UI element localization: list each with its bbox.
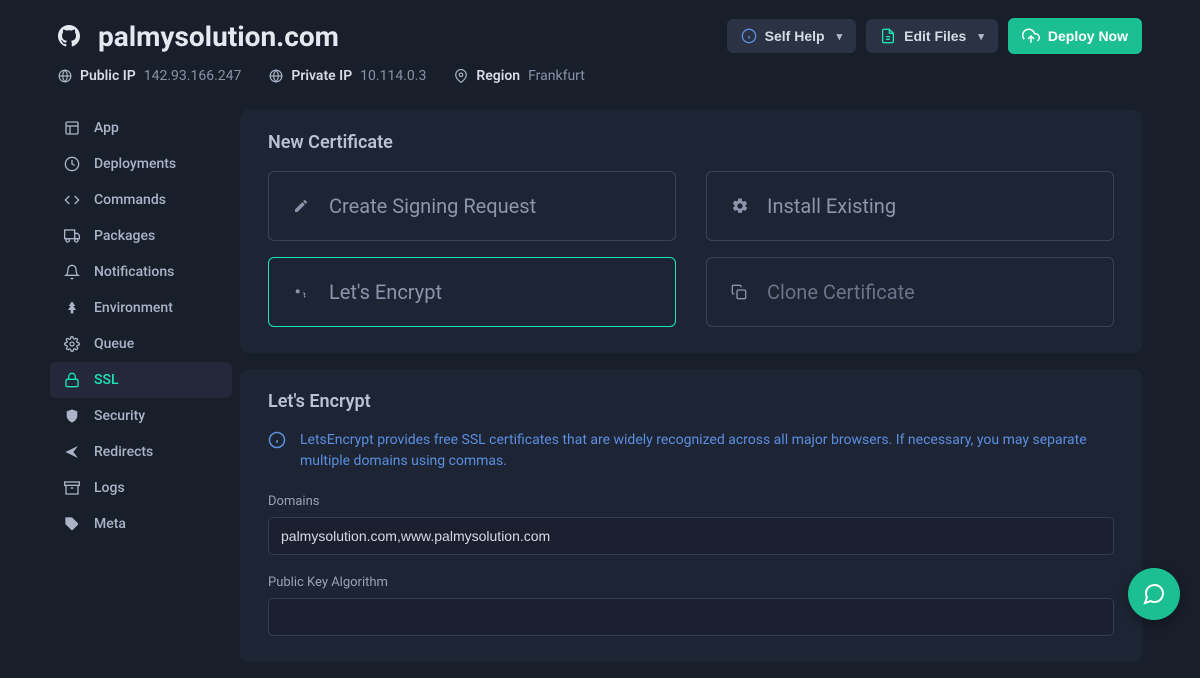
sidebar-item-label: Commands	[94, 192, 166, 208]
gear-icon	[64, 336, 80, 352]
sidebar-item-label: Meta	[94, 516, 126, 532]
arrow-icon	[64, 444, 80, 460]
info-text: LetsEncrypt provides free SSL certificat…	[300, 430, 1114, 472]
algo-label: Public Key Algorithm	[268, 575, 1114, 590]
sidebar-item-redirects[interactable]: Redirects	[50, 434, 232, 470]
pencil-icon	[293, 198, 311, 214]
window-icon	[64, 120, 80, 136]
shield-icon	[64, 408, 80, 424]
sidebar-item-label: Notifications	[94, 264, 174, 280]
sidebar-item-packages[interactable]: Packages	[50, 218, 232, 254]
sidebar-item-label: Logs	[94, 480, 125, 496]
deploy-now-button[interactable]: Deploy Now	[1008, 18, 1142, 54]
public-ip: Public IP 142.93.166.247	[58, 68, 241, 84]
clock-icon	[64, 156, 80, 172]
meta-bar: Public IP 142.93.166.247 Private IP 10.1…	[0, 64, 1200, 102]
opt-clone-cert[interactable]: Clone Certificate	[706, 257, 1114, 327]
sidebar-item-app[interactable]: App	[50, 110, 232, 146]
algo-input[interactable]	[268, 598, 1114, 636]
cloud-upload-icon	[1022, 27, 1040, 45]
site-title: palmysolution.com	[98, 20, 339, 53]
edit-files-label: Edit Files	[904, 28, 966, 44]
opt-install-existing[interactable]: Install Existing	[706, 171, 1114, 241]
sidebar-item-queue[interactable]: Queue	[50, 326, 232, 362]
globe-icon	[269, 69, 283, 83]
sidebar-item-label: Queue	[94, 336, 134, 352]
sidebar-item-security[interactable]: Security	[50, 398, 232, 434]
sidebar-item-meta[interactable]: Meta	[50, 506, 232, 542]
sidebar-item-label: App	[94, 120, 119, 136]
sidebar-item-label: Deployments	[94, 156, 176, 172]
sidebar-item-environment[interactable]: Environment	[50, 290, 232, 326]
lock-icon	[64, 372, 80, 388]
opt-lets-encrypt[interactable]: Let's Encrypt	[268, 257, 676, 327]
opt-create-signing[interactable]: Create Signing Request	[268, 171, 676, 241]
opt-label: Let's Encrypt	[329, 280, 442, 304]
domains-label: Domains	[268, 494, 1114, 509]
chevron-down-icon: ▾	[978, 30, 984, 43]
file-icon	[880, 28, 896, 44]
new-cert-panel: New Certificate Create Signing Request I…	[240, 110, 1142, 353]
opt-label: Clone Certificate	[767, 280, 915, 304]
bell-icon	[64, 264, 80, 280]
sidebar-item-label: Environment	[94, 300, 173, 316]
copy-icon	[731, 284, 749, 300]
opt-label: Install Existing	[767, 194, 896, 218]
info-icon	[268, 431, 286, 449]
deploy-label: Deploy Now	[1048, 28, 1128, 44]
self-help-button[interactable]: Self Help ▾	[727, 19, 856, 53]
opt-label: Create Signing Request	[329, 194, 536, 218]
location-icon	[454, 69, 468, 83]
edit-files-button[interactable]: Edit Files ▾	[866, 19, 998, 53]
sidebar-item-label: SSL	[94, 372, 119, 388]
sidebar: App Deployments Commands Packages Notifi…	[50, 110, 232, 678]
sidebar-item-commands[interactable]: Commands	[50, 182, 232, 218]
sidebar-item-label: Security	[94, 408, 145, 424]
sidebar-item-ssl[interactable]: SSL	[50, 362, 232, 398]
truck-icon	[64, 228, 80, 244]
tag-icon	[64, 516, 80, 532]
tree-icon	[64, 300, 80, 316]
globe-icon	[58, 69, 72, 83]
info-icon	[741, 28, 757, 44]
archive-icon	[64, 480, 80, 496]
sidebar-item-notifications[interactable]: Notifications	[50, 254, 232, 290]
sidebar-item-label: Packages	[94, 228, 155, 244]
help-fab[interactable]	[1128, 568, 1180, 620]
code-icon	[64, 192, 80, 208]
github-icon	[58, 25, 80, 47]
sidebar-item-logs[interactable]: Logs	[50, 470, 232, 506]
self-help-label: Self Help	[765, 28, 825, 44]
panel-title: Let's Encrypt	[268, 391, 1114, 412]
lets-encrypt-panel: Let's Encrypt LetsEncrypt provides free …	[240, 369, 1142, 662]
gear-icon	[731, 197, 749, 215]
private-ip: Private IP 10.114.0.3	[269, 68, 426, 84]
info-banner: LetsEncrypt provides free SSL certificat…	[268, 430, 1114, 472]
chevron-down-icon: ▾	[837, 30, 843, 43]
panel-title: New Certificate	[268, 132, 1114, 153]
chat-icon	[1142, 582, 1166, 606]
key-icon	[293, 284, 311, 300]
sidebar-item-deployments[interactable]: Deployments	[50, 146, 232, 182]
domains-input[interactable]	[268, 517, 1114, 555]
region: Region Frankfurt	[454, 68, 585, 84]
sidebar-item-label: Redirects	[94, 444, 153, 460]
